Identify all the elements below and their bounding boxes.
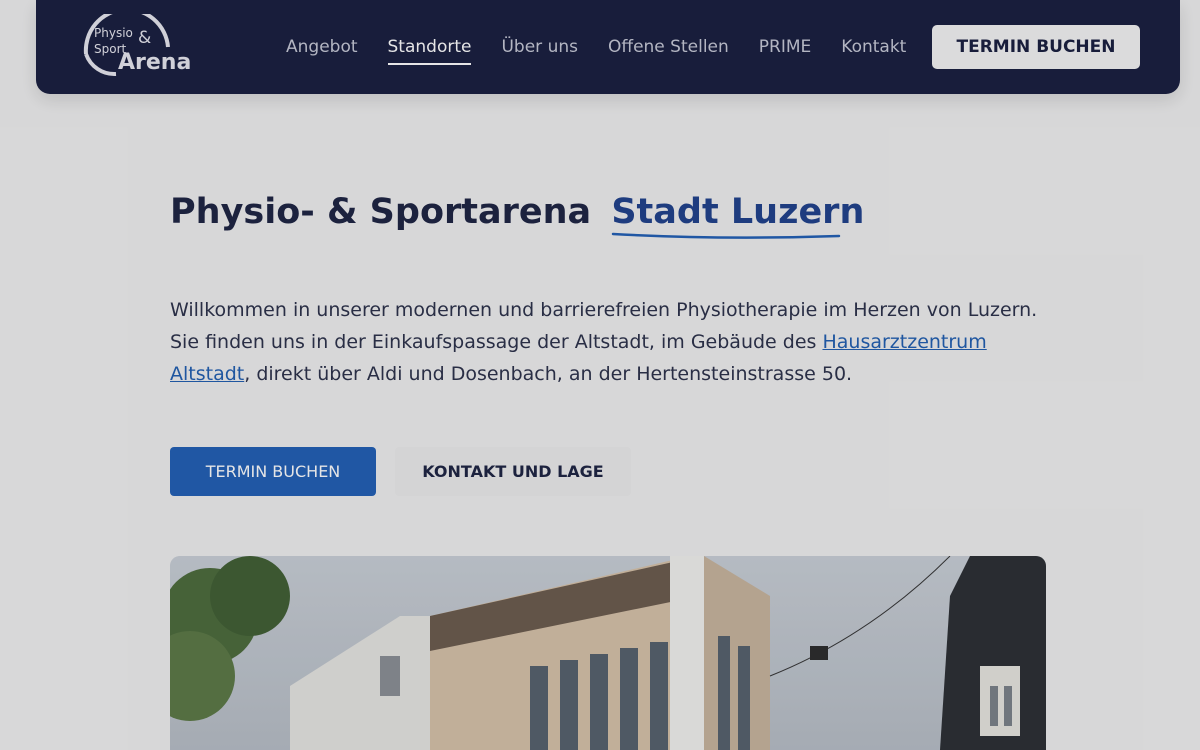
- nav-item-prime[interactable]: PRIME: [759, 31, 812, 63]
- page-title-highlight: Stadt Luzern: [611, 192, 864, 239]
- nav-item-offene-stellen[interactable]: Offene Stellen: [608, 31, 729, 63]
- page-title-prefix: Physio- & Sportarena: [170, 192, 592, 232]
- contact-location-button[interactable]: KONTAKT UND LAGE: [395, 447, 631, 496]
- book-appointment-button[interactable]: TERMIN BUCHEN: [170, 447, 376, 496]
- top-navbar: Physio Sport & Arena Angebot Standorte Ü…: [36, 0, 1180, 94]
- brand-logo[interactable]: Physio Sport & Arena: [76, 14, 196, 80]
- nav-item-angebot[interactable]: Angebot: [286, 31, 358, 63]
- underline-squiggle-icon: [612, 232, 841, 239]
- page-title: Physio- & Sportarena Stadt Luzern: [170, 192, 864, 239]
- building-photo: [170, 556, 1046, 750]
- nav-item-kontakt[interactable]: Kontakt: [841, 31, 906, 63]
- intro-paragraph: Willkommen in unserer modernen und barri…: [170, 299, 1038, 385]
- nav-item-standorte[interactable]: Standorte: [387, 31, 471, 65]
- main-nav: Angebot Standorte Über uns Offene Stelle…: [286, 0, 936, 94]
- nav-item-ueber-uns[interactable]: Über uns: [501, 31, 578, 63]
- nav-book-appointment-button[interactable]: TERMIN BUCHEN: [932, 25, 1140, 69]
